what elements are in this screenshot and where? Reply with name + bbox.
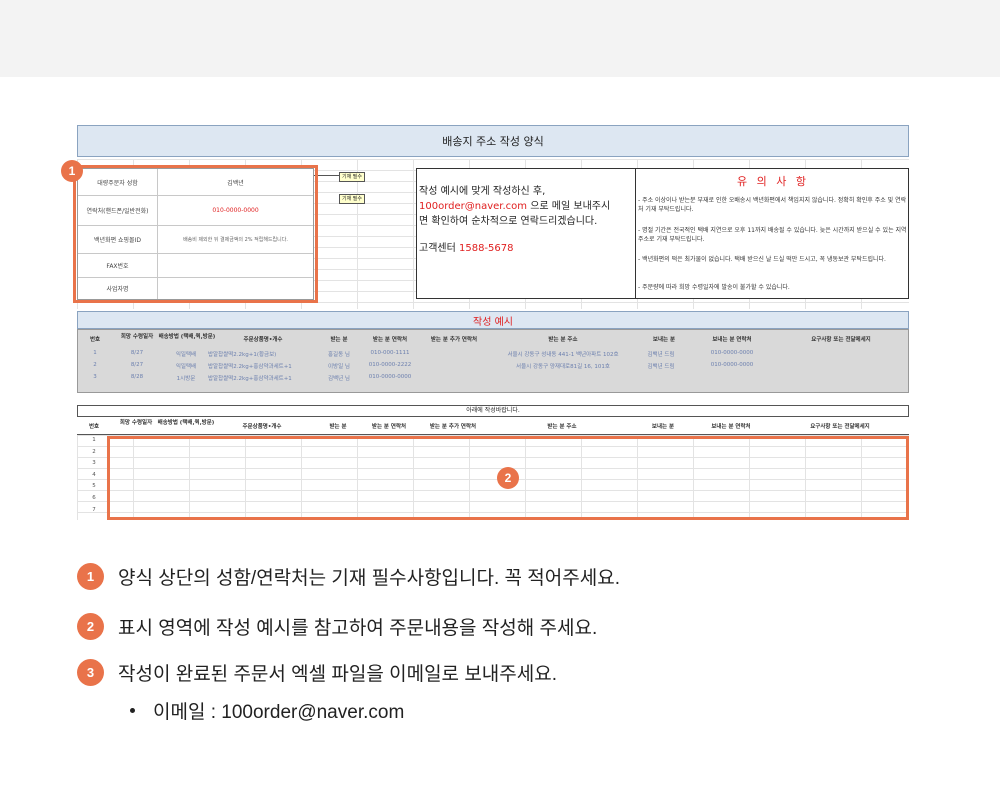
guide-text: 작성 예시에 맞게 작성하신 후, 100order@naver.com 으로 … [419,184,635,229]
example-cell: 서울시 강동구 성내동 441-1 백년아파트 102호 [507,352,619,358]
example-cell: 익일택배 [175,364,197,370]
example-col-sender: 보내는 분 [652,337,676,343]
caution-title: 유 의 사 항 [737,175,809,188]
entry-row-num: 1 [92,437,96,443]
entry-row-num: 3 [92,460,96,467]
required-note-1: 기재 필수 [339,172,365,182]
example-cell: 010-000-1111 [370,350,410,356]
example-col-request: 요구사항 또는 전달메세지 [811,337,871,343]
entry-col-date: 희망 수령일자 [119,420,153,426]
guide-box: 작성 예시에 맞게 작성하신 후, 100order@naver.com 으로 … [416,168,636,299]
example-cell: 밥알찹쌀떡2.2kg+홍삼약과세트+1 [208,376,292,382]
example-cell: 홍길동 님 [328,352,350,358]
caution-item-4: - 주문량에 따라 희망 수령일자에 발송이 불가할 수 있습니다. [638,284,790,291]
example-cell: 1 [93,350,97,356]
caution-box: 유 의 사 항 - 주소 이상이나 받는분 부재로 인한 오배송시 백년화편에서… [635,168,909,299]
example-cell: 김백년 드림 [647,364,675,370]
instruction-text-1: 양식 상단의 성함/연락처는 기재 필수사항입니다. 꼭 적어주세요. [118,568,620,589]
badge-1: 1 [61,160,83,182]
example-cell: 김백년 님 [328,376,350,382]
example-cell: 익일택배 [175,352,197,358]
entry-col-extra-phone: 받는 분 추가 연락처 [429,424,477,430]
example-cell: 이방일 님 [328,364,350,370]
instruction-badge-1: 1 [77,563,104,590]
example-cell: 밥알찹쌀떡2.2kg+1(황금보) [208,352,277,358]
example-col-receiver: 받는 분 [330,337,348,343]
entry-row-num: 7 [92,506,96,513]
badge-2: 2 [497,467,519,489]
guide-line3: 면 확인하여 순차적으로 연락드리겠습니다. [419,216,598,227]
email-bullet-text: 이메일 : 100order@naver.com [153,702,405,723]
example-row-1: 1 8/27 익일택배 밥알찹쌀떡2.2kg+1(황금보) 홍길동 님 010-… [78,350,910,360]
customer-center-label: 고객센터 [419,243,459,254]
guide-line1: 작성 예시에 맞게 작성하신 후, [419,186,546,197]
entry-row-num: 4 [92,471,96,478]
example-col-no: 번호 [89,337,101,343]
entry-col-request: 요구사항 또는 전달메세지 [810,424,870,430]
example-cell: 8/27 [130,362,144,368]
example-cell: 8/27 [130,350,144,356]
example-cell: 서울시 강동구 양재대로81길 16, 101호 [516,364,610,370]
example-col-address: 받는 분 주소 [548,337,578,343]
guide-line2: 으로 메일 보내주시 [527,201,611,212]
instruction-text-2: 표시 영역에 작성 예시를 참고하여 주문내용을 작성해 주세요. [118,618,598,639]
example-table: 번호 희망 수령일자 배송방법 (택배,퀵,방문) 주문상품명•개수 받는 분 … [77,329,909,393]
instruction-badge-2: 2 [77,613,104,640]
example-header-row: 번호 희망 수령일자 배송방법 (택배,퀵,방문) 주문상품명•개수 받는 분 … [78,332,910,346]
entry-col-receiver-phone: 받는 분 연락처 [371,424,407,430]
caution-item-2: - 명절 기간은 전국적인 택배 지연으로 오후 11까지 배송될 수 있습니다… [638,227,907,243]
example-row-3: 3 8/28 1시방문 밥알찹쌀떡2.2kg+홍삼약과세트+1 김백년 님 01… [78,374,910,384]
instruction-text-3: 작성이 완료된 주문서 엑셀 파일을 이메일로 보내주세요. [118,664,557,685]
entry-col-sender-phone: 보내는 분 연락처 [711,424,751,430]
instruction-3: 3 작성이 완료된 주문서 엑셀 파일을 이메일로 보내주세요. [77,659,557,686]
email-bullet: 이메일 : 100order@naver.com [130,697,404,724]
example-title: 작성 예시 [77,311,909,329]
order-form-sheet: 배송지 주소 작성 양식 대량주문자 성함 김백년 연락처(핸드폰/일반전화) … [61,125,909,520]
entry-row-num: 2 [92,448,96,455]
required-note-2: 기재 필수 [339,194,365,204]
example-col-sender-phone: 보내는 분 연락처 [712,337,752,343]
example-cell: 010-0000-0000 [368,374,412,380]
entry-row-num: 6 [92,494,96,501]
instruction-2: 2 표시 영역에 작성 예시를 참고하여 주문내용을 작성해 주세요. [77,613,597,640]
entry-header-row: 번호 희망 수령일자 배송방법 (택배,퀵,방문) 주문상품명•개수 받는 분 … [77,418,909,435]
example-col-product: 주문상품명•개수 [243,337,283,343]
example-col-receiver-phone: 받는 분 연락처 [372,337,408,343]
example-row-2: 2 8/27 익일택배 밥알찹쌀떡2.2kg+홍삼약과세트+1 이방일 님 01… [78,362,910,372]
instruction-badge-3: 3 [77,659,104,686]
example-cell: 3 [93,374,97,380]
example-cell: 8/28 [130,374,144,380]
customer-center: 고객센터 1588-5678 [419,239,514,254]
example-col-date: 희망 수령일자 [120,334,154,340]
example-col-extra-phone: 받는 분 추가 연락처 [430,337,478,343]
entry-col-no: 번호 [88,424,100,430]
entry-col-receiver: 받는 분 [329,424,347,430]
entry-row-numbers: 1 2 3 4 5 6 7 [77,435,111,516]
example-cell: 010-0000-2222 [368,362,412,368]
example-cell: 김백년 드림 [647,352,675,358]
entry-col-sender: 보내는 분 [651,424,675,430]
example-cell: 밥알찹쌀떡2.2kg+홍삼약과세트+1 [208,364,292,370]
entry-col-address: 받는 분 주소 [547,424,577,430]
guide-email: 100order@naver.com [419,201,528,212]
example-cell: 010-0000-0000 [710,362,754,368]
top-band [0,0,1000,77]
bullet-dot [130,708,135,713]
caution-item-3: - 백년화편의 떡은 최가물이 없습니다. 택배 받으신 날 드실 떡만 드시고… [638,256,886,263]
instruction-1: 1 양식 상단의 성함/연락처는 기재 필수사항입니다. 꼭 적어주세요. [77,563,620,590]
form-title: 배송지 주소 작성 양식 [77,125,909,157]
customer-center-phone: 1588-5678 [458,243,514,254]
example-cell: 2 [93,362,97,368]
highlight-orderer-area [73,165,318,303]
entry-col-product: 주문상품명•개수 [242,424,282,430]
entry-title: 아래에 작성바랍니다. [77,405,909,417]
entry-row-num: 5 [92,483,96,490]
example-cell: 1시방문 [176,376,196,382]
caution-item-1: - 주소 이상이나 받는분 부재로 인한 오배송시 백년화편에서 책임지지 않습… [638,197,907,213]
example-cell: 010-0000-0000 [710,350,754,356]
